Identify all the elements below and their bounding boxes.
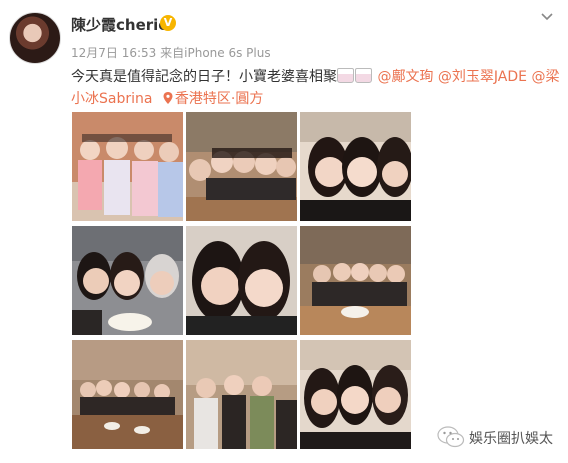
photo-7[interactable] — [72, 340, 183, 449]
verified-badge-icon: V — [160, 15, 176, 31]
photo-5[interactable] — [186, 226, 297, 335]
username[interactable]: 陳少霞cherie — [71, 14, 168, 35]
photo-1[interactable] — [72, 112, 183, 221]
wechat-icon — [437, 426, 465, 448]
mention-1[interactable]: @鄺文珣 — [377, 69, 433, 85]
timestamp[interactable]: 12月7日 16:53 — [71, 46, 156, 60]
location-pin-icon — [163, 92, 173, 104]
photo-4[interactable] — [72, 226, 183, 335]
post-meta: 12月7日 16:53 来自iPhone 6s Plus — [71, 44, 271, 61]
source: 来自iPhone 6s Plus — [160, 46, 271, 60]
location-link[interactable]: 香港特区·圓方 — [175, 91, 263, 107]
cake-emoji-icon — [337, 68, 354, 83]
photo-3[interactable] — [300, 112, 411, 221]
chevron-down-icon[interactable] — [539, 8, 555, 24]
post-text: 今天真是值得記念的日子！小寶老婆喜相聚 @鄺文珣 @刘玉翠JADE @梁小冰Sa… — [71, 66, 563, 110]
photo-9[interactable] — [300, 340, 411, 449]
post-text-main: 今天真是值得記念的日子！小寶老婆喜相聚 — [71, 69, 337, 85]
watermark: 娛乐圈扒娛太 — [437, 424, 561, 450]
photo-6[interactable] — [300, 226, 411, 335]
watermark-text: 娛乐圈扒娛太 — [469, 431, 553, 447]
avatar[interactable] — [9, 12, 61, 64]
photo-8[interactable] — [186, 340, 297, 449]
photo-2[interactable] — [186, 112, 297, 221]
cake-emoji-icon — [355, 68, 372, 83]
mention-2[interactable]: @刘玉翠JADE — [438, 69, 527, 85]
